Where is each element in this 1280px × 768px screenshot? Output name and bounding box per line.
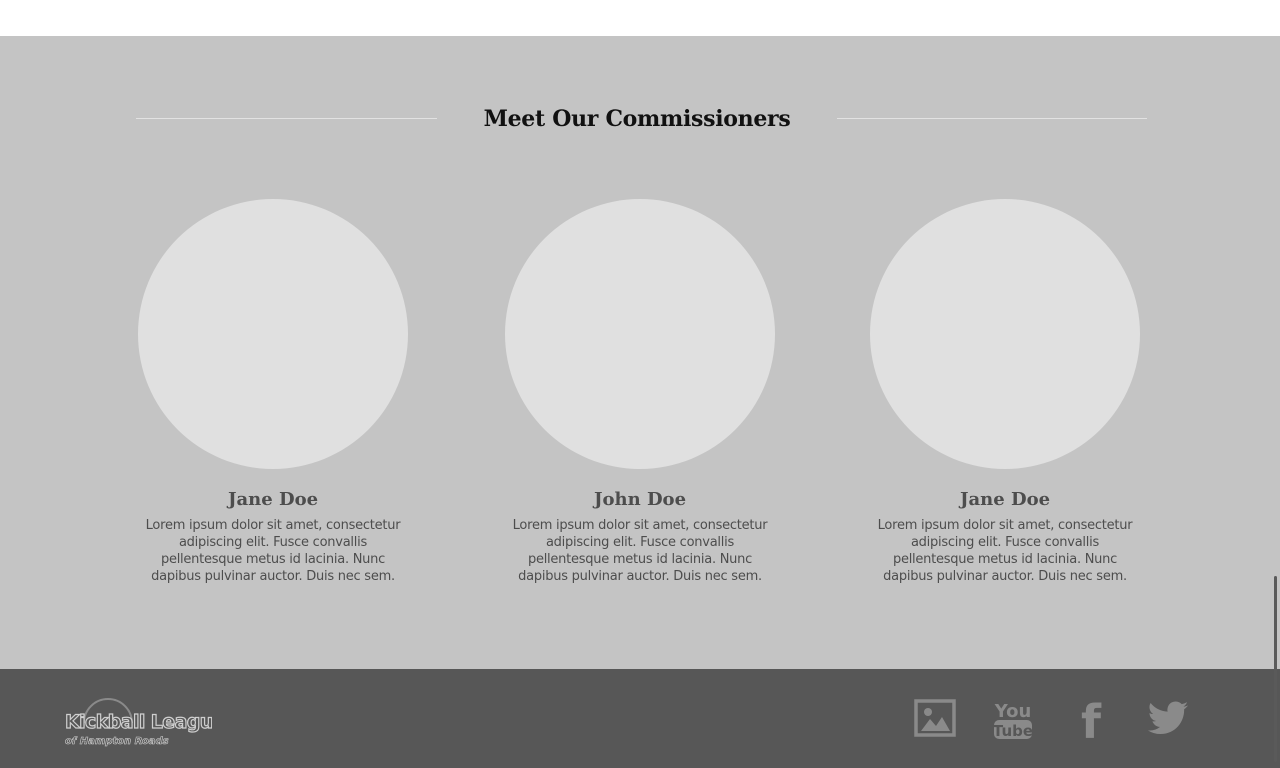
twitter-icon [1147,701,1189,735]
commissioner-name: Jane Doe [227,489,319,510]
section-title: Meet Our Commissioners [483,106,791,132]
commissioners-section: Meet Our Commissioners Jane Doe Lorem ip… [0,36,1280,669]
commissioner-card: John Doe Lorem ipsum dolor sit amet, con… [505,199,775,585]
footer: Kickball League of Hampton Roads You Tub… [0,669,1280,768]
commissioner-bio: Lorem ipsum dolor sit amet, consectetur … [512,518,768,584]
youtube-tube: Tube [993,722,1033,740]
photo-gallery-icon [914,699,956,737]
commissioner-photo [505,199,775,469]
league-logo-icon: Kickball League of Hampton Roads [64,698,226,747]
youtube-you: You [994,701,1032,722]
commissioner-name: Jane Doe [959,489,1051,510]
league-logo[interactable]: Kickball League of Hampton Roads [62,689,226,749]
logo-title: Kickball League [65,711,212,733]
heading-divider-right [837,118,1147,119]
heading-divider-left [136,118,437,119]
commissioner-card: Jane Doe Lorem ipsum dolor sit amet, con… [870,199,1140,585]
top-bar [0,0,1280,36]
commissioner-name: John Doe [593,489,687,510]
facebook-glyph: f [1081,697,1102,741]
youtube-icon: You Tube [993,701,1033,740]
scrollbar-thumb[interactable] [1274,576,1277,762]
commissioner-bio: Lorem ipsum dolor sit amet, consectetur … [877,518,1133,584]
twitter-link[interactable] [1146,697,1190,741]
commissioner-photo [138,199,408,469]
commissioner-card: Jane Doe Lorem ipsum dolor sit amet, con… [138,199,408,585]
youtube-link[interactable]: You Tube [991,697,1035,741]
commissioner-photo [870,199,1140,469]
section-heading: Meet Our Commissioners [136,104,1147,134]
facebook-link[interactable]: f [1069,695,1113,749]
logo-subtitle: of Hampton Roads [65,736,169,747]
photo-gallery-link[interactable] [913,697,957,741]
facebook-icon: f [1081,695,1102,749]
commissioner-bio: Lorem ipsum dolor sit amet, consectetur … [145,518,401,584]
